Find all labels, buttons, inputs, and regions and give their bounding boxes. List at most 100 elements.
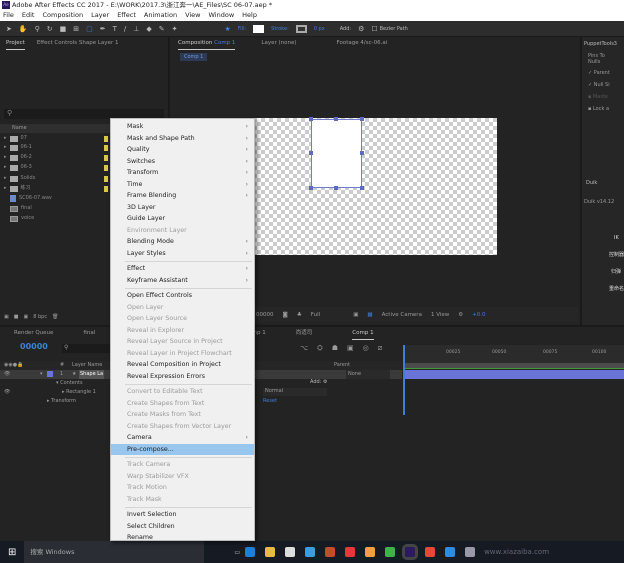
tab-footage[interactable]: Footage 4/sc-06.ai: [337, 37, 388, 50]
blend-mode-select[interactable]: Normal: [263, 388, 327, 396]
frame-blend-icon[interactable]: ▣: [347, 344, 354, 353]
handle[interactable]: [334, 117, 338, 121]
windows-start-icon[interactable]: ⊞: [8, 547, 16, 558]
new-folder-icon[interactable]: ■: [14, 314, 19, 320]
parent-select[interactable]: None: [346, 370, 390, 379]
roto-brush-icon[interactable]: ✎: [159, 25, 165, 33]
motion-blur-icon[interactable]: ◎: [363, 344, 369, 353]
duik-controller[interactable]: 控制器: [609, 251, 624, 258]
tab-composition[interactable]: Composition Comp 1: [178, 37, 236, 50]
tab-comp-1[interactable]: Comp 1: [352, 327, 374, 340]
star-icon[interactable]: ★: [225, 25, 231, 33]
menu-item-open-effect-controls[interactable]: Open Effect Controls: [111, 290, 254, 302]
eraser-icon[interactable]: ◆: [146, 25, 151, 33]
option-null[interactable]: ✓ Null Si: [582, 79, 624, 91]
project-item[interactable]: ▸ 06-3: [4, 163, 32, 172]
eye-icon[interactable]: 👁: [4, 370, 10, 379]
bezier-checkbox[interactable]: ☐: [371, 25, 377, 33]
work-area-bar[interactable]: [404, 363, 624, 369]
menu-item-mask-and-shape-path[interactable]: Mask and Shape Path ›: [111, 133, 254, 145]
column-name[interactable]: Name: [12, 125, 27, 131]
menu-view[interactable]: View: [185, 10, 200, 21]
hand-tool-icon[interactable]: ✋: [19, 25, 28, 33]
option-master[interactable]: ▪ Maste: [582, 91, 624, 103]
layer-name[interactable]: Shape La: [79, 370, 105, 379]
camera-select[interactable]: Active Camera: [382, 312, 422, 318]
project-item[interactable]: ▸ 06-1: [4, 143, 32, 152]
shape-rectangle[interactable]: [311, 119, 362, 188]
tab-layer[interactable]: Layer (none): [261, 37, 296, 50]
camera-tool-icon[interactable]: ■: [60, 25, 67, 33]
pen-tool-icon[interactable]: ✒: [100, 25, 106, 33]
menu-item-rename[interactable]: Rename: [111, 532, 254, 544]
eye-icon[interactable]: 👁: [4, 389, 10, 395]
menu-item-camera[interactable]: Camera ›: [111, 432, 254, 444]
tab-render-queue[interactable]: Render Queue: [14, 327, 53, 340]
duik-ik[interactable]: IK: [614, 235, 619, 241]
label-color[interactable]: [104, 145, 108, 151]
flash-icon[interactable]: [345, 547, 356, 557]
transform-row[interactable]: ▸ Transform: [47, 398, 76, 404]
label-swatch[interactable]: [47, 371, 53, 377]
expand-icon[interactable]: ▾: [40, 370, 43, 379]
menu-item-guide-layer[interactable]: Guide Layer: [111, 213, 254, 225]
label-color[interactable]: [104, 155, 108, 161]
trash-icon[interactable]: 🗑: [52, 314, 58, 320]
comp-flowchart-icon[interactable]: ⌥: [300, 344, 308, 353]
menu-effect[interactable]: Effect: [117, 10, 136, 21]
brush-tool-icon[interactable]: /: [124, 25, 126, 33]
column-layer-name[interactable]: Layer Name: [72, 361, 102, 370]
menu-item-layer-styles[interactable]: Layer Styles ›: [111, 248, 254, 260]
menu-item-select-children[interactable]: Select Children: [111, 521, 254, 533]
menu-item-blending-mode[interactable]: Blending Mode ›: [111, 236, 254, 248]
rectangle-tool-icon[interactable]: ▢: [86, 25, 93, 33]
new-comp-icon[interactable]: ▣: [23, 314, 28, 320]
menu-item-time[interactable]: Time ›: [111, 179, 254, 191]
fill-swatch[interactable]: [253, 24, 265, 33]
tab-chinese[interactable]: 尚适司: [296, 327, 313, 340]
playhead[interactable]: [403, 345, 405, 415]
menu-item-transform[interactable]: Transform ›: [111, 167, 254, 179]
app-icon[interactable]: [425, 547, 436, 557]
menu-item-keyframe-assistant[interactable]: Keyframe Assistant ›: [111, 275, 254, 287]
menu-item-frame-blending[interactable]: Frame Blending ›: [111, 190, 254, 202]
clone-stamp-icon[interactable]: ⊥: [133, 25, 139, 33]
draft-3d-icon[interactable]: ⛭: [317, 344, 323, 353]
menu-item-reveal-expression-errors[interactable]: Reveal Expression Errors: [111, 371, 254, 383]
menu-item-reveal-composition-in-project[interactable]: Reveal Composition in Project: [111, 359, 254, 371]
project-item[interactable]: SC06-07.wav: [10, 194, 52, 203]
fast-preview-icon[interactable]: ⚙: [458, 312, 463, 318]
menu-item-pre-compose[interactable]: Pre-compose...: [111, 443, 254, 455]
interpret-footage-icon[interactable]: ▣: [4, 314, 9, 320]
rectangle-row[interactable]: ▸ Rectangle 1: [62, 389, 96, 395]
option-parent[interactable]: ✓ Parent: [582, 67, 624, 79]
project-item[interactable]: voice: [10, 214, 34, 223]
puppet-pin-icon[interactable]: ✦: [172, 25, 178, 33]
explorer-icon[interactable]: [265, 547, 276, 557]
after-effects-icon[interactable]: [402, 544, 419, 560]
word-icon[interactable]: [445, 547, 456, 557]
timeline-timecode[interactable]: 00000: [20, 342, 48, 351]
handle[interactable]: [309, 186, 313, 190]
store-icon[interactable]: [285, 547, 296, 557]
menu-item-effect[interactable]: Effect ›: [111, 263, 254, 275]
selection-tool-icon[interactable]: ➤: [6, 25, 12, 33]
project-item[interactable]: ▸ 07: [4, 134, 27, 143]
handle[interactable]: [360, 117, 364, 121]
comp-canvas[interactable]: [249, 118, 497, 255]
handle[interactable]: [360, 151, 364, 155]
taskbar-search[interactable]: 搜索 Windows: [24, 541, 205, 563]
handle[interactable]: [309, 117, 313, 121]
app-icon[interactable]: [325, 547, 336, 557]
task-view-icon[interactable]: ▭: [234, 549, 240, 556]
snapshot-icon[interactable]: ◙: [283, 312, 288, 318]
label-color[interactable]: [104, 136, 108, 142]
shy-icon[interactable]: ☗: [332, 344, 338, 353]
menu-help[interactable]: Help: [242, 10, 257, 21]
zoom-tool-icon[interactable]: ⚲: [35, 25, 40, 33]
app-icon[interactable]: [365, 547, 376, 557]
transparency-icon[interactable]: ▦: [367, 312, 372, 318]
stroke-swatch[interactable]: [295, 24, 307, 33]
menu-item-3d-layer[interactable]: 3D Layer: [111, 202, 254, 214]
viewer-timecode[interactable]: 00000: [256, 312, 274, 318]
